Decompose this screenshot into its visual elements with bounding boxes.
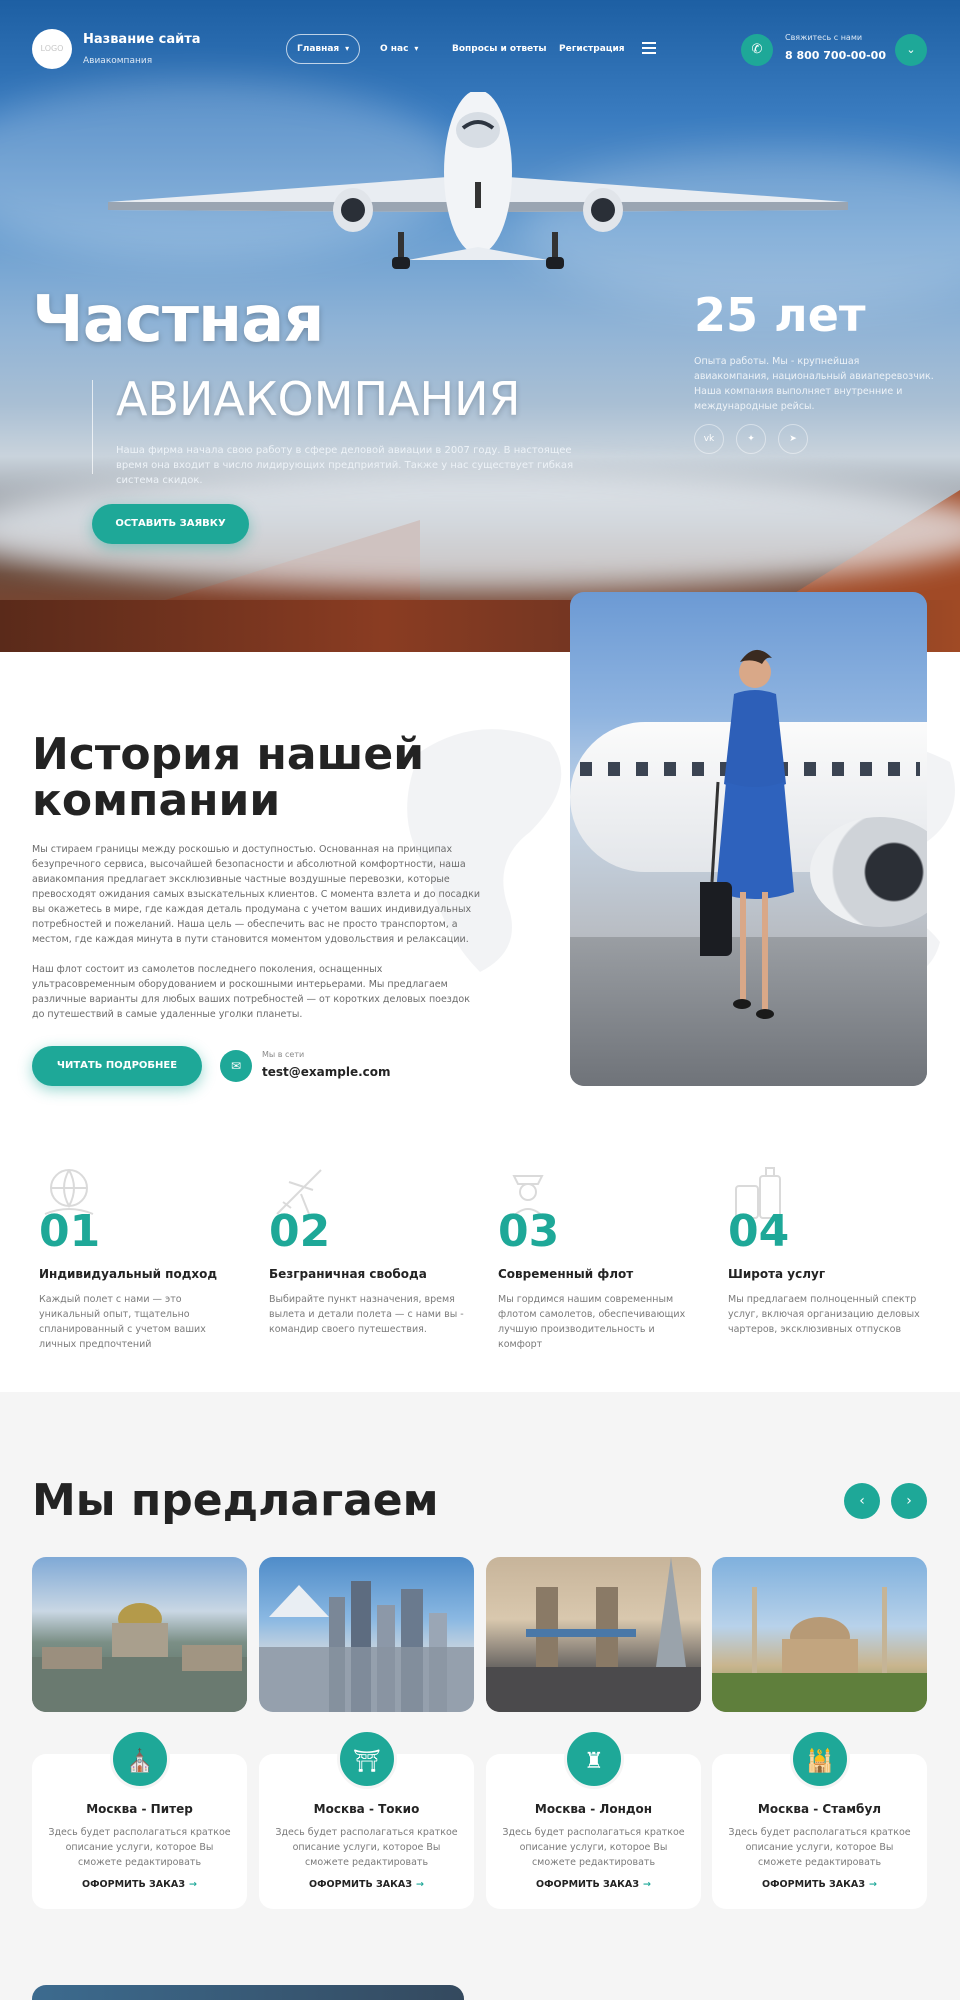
read-more-button[interactable]: ЧИТАТЬ ПОДРОБНЕЕ bbox=[32, 1046, 202, 1086]
hamburger-icon[interactable] bbox=[642, 42, 656, 57]
nav-item-registration[interactable]: Регистрация bbox=[559, 34, 625, 64]
years-stat: 25 лет bbox=[694, 288, 866, 342]
card-description: Здесь будет располагаться краткое описан… bbox=[48, 1827, 231, 1868]
card-description: Здесь будет располагаться краткое описан… bbox=[502, 1827, 685, 1868]
request-button[interactable]: ОСТАВИТЬ ЗАЯВКУ bbox=[92, 504, 249, 544]
next-section-banner bbox=[32, 1985, 464, 2000]
nav-item-home[interactable]: Главная ▾ bbox=[286, 34, 361, 64]
arrow-right-icon: → bbox=[868, 1879, 877, 1890]
hero-title: Частная bbox=[32, 283, 324, 357]
card-description: Здесь будет располагаться краткое описан… bbox=[275, 1827, 458, 1868]
stewardess-photo bbox=[570, 592, 927, 1086]
feature-description: Выбирайте пункт назначения, время вылета… bbox=[269, 1294, 464, 1335]
email-link[interactable]: test@example.com bbox=[262, 1065, 391, 1079]
feature-item: 01 Индивидуальный подход Каждый полет с … bbox=[39, 1110, 239, 1350]
nav-item-label: О нас bbox=[380, 44, 409, 54]
city-image-tokyo bbox=[259, 1557, 474, 1712]
history-title: История нашей компании bbox=[32, 729, 425, 826]
feature-title: Индивидуальный подход bbox=[39, 1267, 218, 1281]
hero-description: Наша фирма начала свою работу в сфере де… bbox=[116, 445, 574, 486]
feature-description: Мы гордимся нашим современным флотом сам… bbox=[498, 1294, 686, 1350]
feature-item: 03 Современный флот Мы гордимся нашим со… bbox=[498, 1110, 698, 1350]
nav-item-about[interactable]: О нас ▾ bbox=[380, 34, 418, 64]
arrow-right-icon: → bbox=[642, 1879, 651, 1890]
offer-section: Мы предлагаем ‹ › ⛪ Москва - Питер Здесь… bbox=[0, 1395, 960, 2000]
card-title: Москва - Лондон bbox=[534, 1802, 653, 1816]
offer-card[interactable]: ♜ Москва - Лондон Здесь будет располагат… bbox=[486, 1557, 701, 1909]
mail-icon: ✉ bbox=[220, 1050, 252, 1082]
hero-section: LOGO Название сайта Авиакомпания Главная… bbox=[0, 0, 960, 652]
twitter-icon[interactable]: ✦ bbox=[736, 424, 766, 454]
feature-description: Мы предлагаем полноценный спектр услуг, … bbox=[728, 1294, 920, 1335]
feature-number: 03 bbox=[498, 1206, 560, 1257]
city-image-london bbox=[486, 1557, 701, 1712]
feature-description: Каждый полет с нами — это уникальный опы… bbox=[39, 1294, 206, 1350]
order-link-label: ОФОРМИТЬ ЗАКАЗ bbox=[309, 1879, 412, 1890]
carousel-next-button[interactable]: › bbox=[891, 1483, 927, 1519]
vk-icon[interactable]: vk bbox=[694, 424, 724, 454]
call-label: Свяжитесь с нами bbox=[785, 33, 863, 42]
order-link-label: ОФОРМИТЬ ЗАКАЗ bbox=[762, 1879, 865, 1890]
feature-title: Широта услуг bbox=[728, 1267, 826, 1281]
order-link-label: ОФОРМИТЬ ЗАКАЗ bbox=[82, 1879, 185, 1890]
airplane-image bbox=[108, 92, 848, 269]
site-subtitle: Авиакомпания bbox=[83, 56, 153, 66]
feature-number: 01 bbox=[39, 1206, 101, 1257]
feature-title: Безграничная свобода bbox=[269, 1267, 427, 1281]
order-link[interactable]: ОФОРМИТЬ ЗАКАЗ → bbox=[32, 1879, 247, 1890]
site-header: LOGO Название сайта Авиакомпания Главная… bbox=[0, 0, 960, 100]
card-title: Москва - Стамбул bbox=[757, 1802, 882, 1816]
card-title: Москва - Токио bbox=[313, 1802, 420, 1816]
nav-item-faq[interactable]: Вопросы и ответы bbox=[452, 34, 547, 64]
tower-icon: ♜ bbox=[564, 1729, 624, 1789]
hero-subtitle: АВИАКОМПАНИЯ bbox=[116, 372, 521, 426]
gate-icon: ⛩ bbox=[337, 1729, 397, 1789]
feature-number: 02 bbox=[269, 1206, 331, 1257]
site-name[interactable]: Название сайта bbox=[83, 32, 201, 47]
history-paragraph: Наш флот состоит из самолетов последнего… bbox=[32, 964, 470, 1020]
carousel-prev-button[interactable]: ‹ bbox=[844, 1483, 880, 1519]
arrow-right-icon: → bbox=[415, 1879, 424, 1890]
telegram-icon[interactable]: ➤ bbox=[778, 424, 808, 454]
phone-icon[interactable]: ✆ bbox=[741, 34, 773, 66]
logo[interactable]: LOGO bbox=[32, 29, 72, 69]
order-link[interactable]: ОФОРМИТЬ ЗАКАЗ → bbox=[486, 1879, 701, 1890]
divider bbox=[92, 380, 93, 474]
offer-card[interactable]: ⛪ Москва - Питер Здесь будет располагать… bbox=[32, 1557, 247, 1909]
stewardess-figure bbox=[700, 649, 794, 1019]
offer-card[interactable]: ⛩ Москва - Токио Здесь будет располагать… bbox=[259, 1557, 474, 1909]
order-link-label: ОФОРМИТЬ ЗАКАЗ bbox=[536, 1879, 639, 1890]
card-title: Москва - Питер bbox=[86, 1802, 193, 1816]
card-description: Здесь будет располагаться краткое описан… bbox=[728, 1827, 911, 1868]
cathedral-icon: ⛪ bbox=[110, 1729, 170, 1789]
chevron-down-icon: ▾ bbox=[345, 44, 350, 53]
order-link[interactable]: ОФОРМИТЬ ЗАКАЗ → bbox=[259, 1879, 474, 1890]
feature-number: 04 bbox=[728, 1206, 790, 1257]
page: LOGO Название сайта Авиакомпания Главная… bbox=[0, 0, 960, 2000]
chevron-down-icon[interactable]: ⌄ bbox=[895, 34, 927, 66]
feature-item: 04 Широта услуг Мы предлагаем полноценны… bbox=[728, 1110, 928, 1350]
order-link[interactable]: ОФОРМИТЬ ЗАКАЗ → bbox=[712, 1879, 927, 1890]
city-image-piter bbox=[32, 1557, 247, 1712]
feature-title: Современный флот bbox=[498, 1267, 634, 1281]
mail-label: Мы в сети bbox=[262, 1050, 305, 1059]
mosque-icon: 🕌 bbox=[790, 1729, 850, 1789]
feature-item: 02 Безграничная свобода Выбирайте пункт … bbox=[269, 1110, 469, 1350]
offer-title: Мы предлагаем bbox=[32, 1475, 439, 1526]
history-paragraph: Мы стираем границы между роскошью и дост… bbox=[32, 844, 481, 945]
nav-item-label: Главная bbox=[297, 44, 340, 54]
chevron-down-icon: ▾ bbox=[414, 44, 419, 53]
arrow-right-icon: → bbox=[188, 1879, 197, 1890]
city-image-istanbul bbox=[712, 1557, 927, 1712]
offer-card[interactable]: 🕌 Москва - Стамбул Здесь будет располага… bbox=[712, 1557, 927, 1909]
phone-number[interactable]: 8 800 700-00-00 bbox=[785, 49, 886, 62]
features-section: 01 Индивидуальный подход Каждый полет с … bbox=[0, 1110, 960, 1395]
years-description: Опыта работы. Мы - крупнейшая авиакомпан… bbox=[694, 356, 934, 412]
